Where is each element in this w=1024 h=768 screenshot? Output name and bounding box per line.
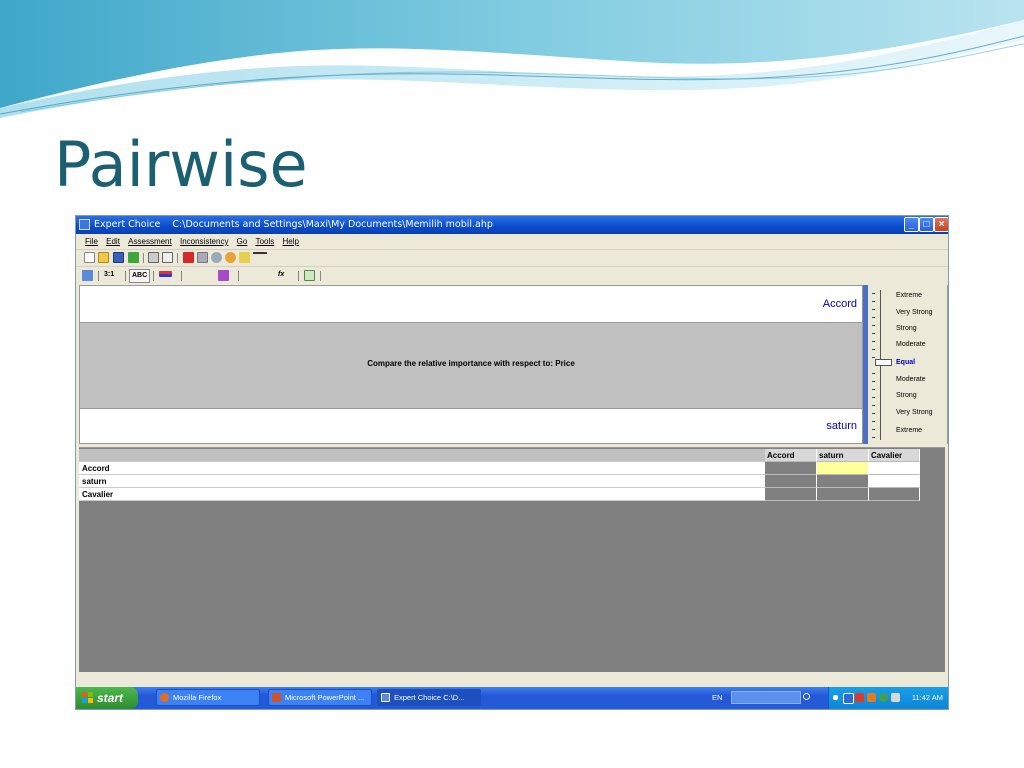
synthesis-icon[interactable] bbox=[225, 252, 236, 263]
taskbar-firefox[interactable]: Mozilla Firefox bbox=[156, 689, 260, 706]
save-icon[interactable] bbox=[113, 252, 124, 263]
scale-label[interactable]: Moderate bbox=[896, 376, 926, 383]
menu-tools[interactable]: Tools bbox=[256, 237, 275, 246]
print-icon[interactable] bbox=[148, 252, 159, 263]
matrix-column-header: Cavalier bbox=[869, 449, 920, 462]
scale-slider-handle[interactable] bbox=[875, 359, 892, 366]
scale-label-selected[interactable]: Equal bbox=[896, 359, 915, 366]
menu-go[interactable]: Go bbox=[237, 237, 248, 246]
start-button[interactable]: start bbox=[76, 687, 138, 709]
windows-flag-icon bbox=[82, 692, 93, 703]
taskbar-powerpoint[interactable]: Microsoft PowerPoint ... bbox=[268, 689, 372, 706]
window-app-name: Expert Choice bbox=[94, 219, 161, 230]
scale-label[interactable]: Extreme bbox=[896, 427, 922, 434]
matrix-cell[interactable] bbox=[869, 462, 920, 475]
matrix-cell-selected[interactable] bbox=[817, 462, 869, 475]
main-toolbar bbox=[76, 249, 948, 267]
arrow-tool-icon[interactable] bbox=[253, 252, 267, 263]
network-icon[interactable] bbox=[843, 693, 854, 704]
assessment-toolbar: 3:1 ABC fx bbox=[76, 267, 948, 283]
slide-title: Pairwise bbox=[54, 128, 308, 201]
menu-bar: File Edit Assessment Inconsistency Go To… bbox=[76, 235, 948, 250]
scale-label[interactable]: Extreme bbox=[896, 292, 922, 299]
expert-choice-icon bbox=[381, 693, 390, 702]
matrix-header-row: Accord saturn Cavalier bbox=[79, 449, 920, 462]
messenger-icon[interactable] bbox=[867, 693, 876, 702]
graphical-mode-icon[interactable] bbox=[159, 271, 172, 277]
comparison-prompt: Compare the relative importance with res… bbox=[367, 359, 575, 368]
bottom-item-label: saturn bbox=[826, 420, 857, 432]
table-row: Accord bbox=[79, 462, 920, 475]
volume-icon[interactable] bbox=[891, 693, 900, 702]
table-row: saturn bbox=[79, 475, 920, 488]
matrix-row-label: Cavalier bbox=[79, 488, 765, 501]
numerical-mode-button[interactable]: 3:1 bbox=[102, 269, 116, 281]
comparison-top-panel: Accord bbox=[79, 285, 863, 323]
matrix-row-label: saturn bbox=[79, 475, 765, 488]
matrix-cell bbox=[817, 488, 869, 501]
report-icon[interactable] bbox=[183, 252, 194, 263]
app-screenshot: Expert Choice C:\Documents and Settings\… bbox=[75, 215, 949, 710]
new-icon[interactable] bbox=[84, 252, 95, 263]
matrix-cell[interactable] bbox=[869, 475, 920, 488]
maximize-button[interactable]: □ bbox=[919, 217, 934, 232]
lightbulb-icon[interactable] bbox=[239, 252, 250, 263]
taskbar-expert-choice[interactable]: Expert Choice C:\D... bbox=[377, 689, 481, 706]
update-icon[interactable] bbox=[879, 693, 888, 702]
print-preview-icon[interactable] bbox=[162, 252, 173, 263]
top-item-label: Accord bbox=[822, 298, 857, 310]
scale-label[interactable]: Strong bbox=[896, 392, 917, 399]
close-button[interactable]: × bbox=[934, 217, 948, 232]
search-input[interactable] bbox=[731, 691, 801, 704]
open-icon[interactable] bbox=[98, 252, 109, 263]
comparison-prompt-panel: Compare the relative importance with res… bbox=[79, 323, 863, 408]
clock: 11:42 AM bbox=[911, 693, 943, 702]
arrow-icon[interactable] bbox=[833, 695, 838, 700]
calculator-icon[interactable] bbox=[197, 252, 208, 263]
minimize-button[interactable]: _ bbox=[904, 217, 919, 232]
scale-label[interactable]: Very Strong bbox=[896, 309, 933, 316]
firefox-icon bbox=[160, 693, 169, 702]
menu-inconsistency[interactable]: Inconsistency bbox=[180, 237, 228, 246]
grid-icon[interactable] bbox=[304, 270, 315, 281]
check-icon[interactable] bbox=[128, 252, 139, 263]
scale-label[interactable]: Strong bbox=[896, 325, 917, 332]
system-tray: 11:42 AM bbox=[828, 687, 948, 709]
comparison-bottom-panel: saturn bbox=[79, 408, 863, 444]
matrix-cell bbox=[817, 475, 869, 488]
search-icon[interactable] bbox=[803, 693, 810, 700]
matrix-column-header: Accord bbox=[765, 449, 817, 462]
matrix-cell bbox=[869, 488, 920, 501]
windows-taskbar: start Mozilla Firefox Microsoft PowerPoi… bbox=[76, 687, 948, 709]
menu-assessment[interactable]: Assessment bbox=[128, 237, 172, 246]
antivirus-icon[interactable] bbox=[855, 693, 864, 702]
verbal-scale: Extreme Very Strong Strong Moderate Equa… bbox=[868, 285, 948, 444]
window-title: Expert Choice C:\Documents and Settings\… bbox=[94, 216, 493, 234]
menu-edit[interactable]: Edit bbox=[106, 237, 120, 246]
language-indicator[interactable]: EN bbox=[712, 687, 722, 709]
app-icon bbox=[79, 219, 90, 230]
formula-button[interactable]: fx bbox=[276, 269, 286, 281]
powerpoint-icon bbox=[272, 693, 281, 702]
verbal-mode-button[interactable]: ABC bbox=[129, 269, 151, 283]
decorative-waves bbox=[0, 0, 1024, 118]
menu-file[interactable]: File bbox=[85, 237, 98, 246]
scale-label[interactable]: Moderate bbox=[896, 341, 926, 348]
questionnaire-icon[interactable] bbox=[218, 270, 229, 281]
matrix-cell bbox=[765, 475, 817, 488]
matrix-cell bbox=[765, 462, 817, 475]
window-path: C:\Documents and Settings\Maxi\My Docume… bbox=[172, 219, 493, 230]
matrix-row-label: Accord bbox=[79, 462, 765, 475]
menu-help[interactable]: Help bbox=[283, 237, 299, 246]
scale-label[interactable]: Very Strong bbox=[896, 409, 933, 416]
matrix-cell bbox=[765, 488, 817, 501]
table-row: Cavalier bbox=[79, 488, 920, 501]
matrix-column-header: saturn bbox=[817, 449, 869, 462]
model-icon[interactable] bbox=[211, 252, 222, 263]
window-titlebar: Expert Choice C:\Documents and Settings\… bbox=[76, 216, 948, 234]
tree-icon[interactable] bbox=[82, 270, 93, 281]
